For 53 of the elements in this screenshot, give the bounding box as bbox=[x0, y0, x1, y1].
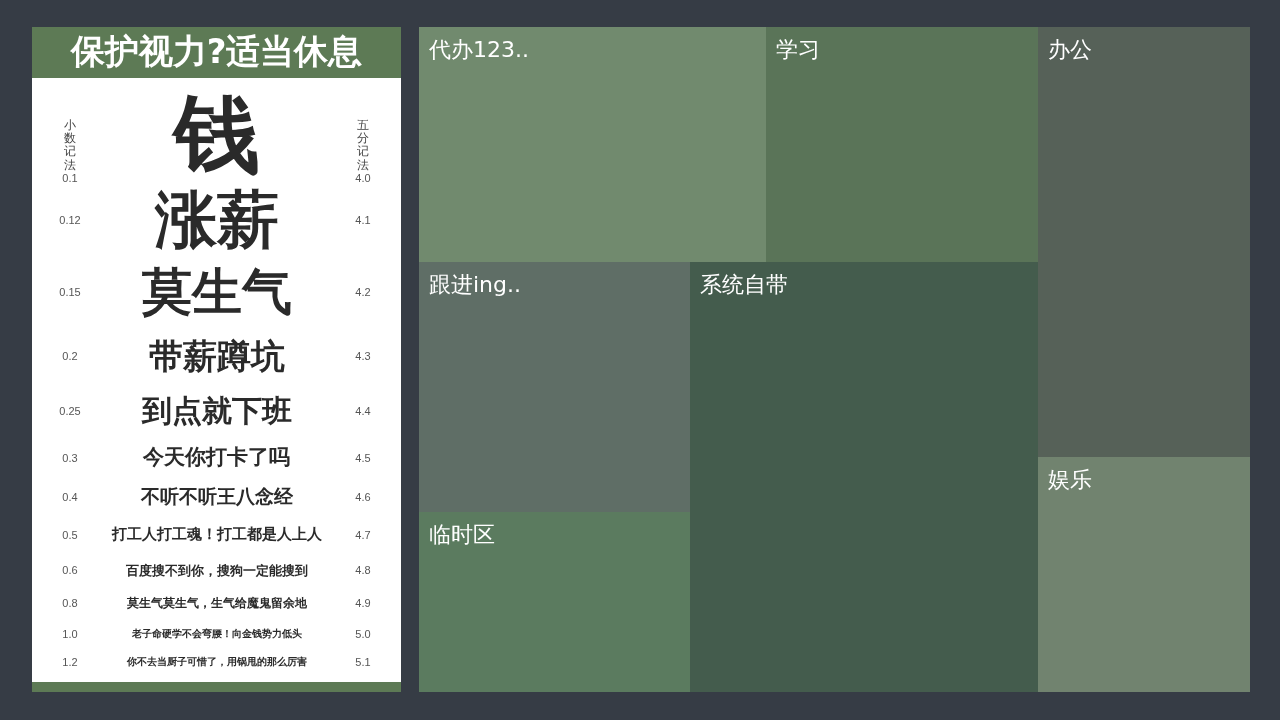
desktop-zone[interactable]: 临时区 bbox=[419, 512, 690, 692]
chart-line-text: 涨薪 bbox=[154, 188, 279, 251]
zone-label: 办公 bbox=[1048, 37, 1092, 62]
column-header: 小数记法 bbox=[64, 119, 76, 172]
chart-line-text: 今天你打卡了吗 bbox=[143, 447, 290, 469]
desktop-zone[interactable]: 办公 bbox=[1038, 27, 1250, 457]
chart-line-text: 不听不听王八念经 bbox=[140, 487, 293, 507]
decimal-value: 0.2 bbox=[62, 349, 78, 362]
five-point-value: 4.2 bbox=[355, 285, 371, 298]
five-point-value: 4.8 bbox=[355, 564, 371, 577]
five-point-value: 4.3 bbox=[355, 349, 371, 362]
zone-label: 系统自带 bbox=[700, 272, 788, 297]
chart-line-text: 钱 bbox=[173, 90, 260, 177]
chart-line-text: 莫生气 bbox=[141, 266, 292, 317]
desktop-zone[interactable]: 跟进ing.. bbox=[419, 262, 690, 512]
decimal-value: 1.2 bbox=[62, 655, 78, 668]
decimal-value: 0.6 bbox=[62, 564, 78, 577]
five-point-value: 5.0 bbox=[355, 627, 371, 640]
chart-line-text: 打工人打工魂！打工都是人上人 bbox=[111, 527, 322, 543]
decimal-value: 0.8 bbox=[62, 597, 78, 610]
five-point-value: 4.9 bbox=[355, 597, 371, 610]
five-point-value: 4.5 bbox=[355, 451, 371, 464]
decimal-value: 0.15 bbox=[59, 285, 81, 298]
chart-line-text: 莫生气莫生气，生气给魔鬼留余地 bbox=[126, 597, 307, 610]
chart-line-text: 百度搜不到你，搜狗一定能搜到 bbox=[125, 563, 308, 577]
decimal-value: 0.3 bbox=[62, 451, 78, 464]
desktop-zone[interactable]: 学习 bbox=[766, 27, 1038, 262]
chart-line-text: 你不去当厨子可惜了，用锅甩的那么厉害 bbox=[126, 656, 307, 667]
five-point-value: 4.0 bbox=[355, 171, 371, 184]
five-point-value: 4.6 bbox=[355, 490, 371, 503]
column-header: 五分记法 bbox=[357, 119, 369, 172]
chart-line-text: 老子命硬学不会弯腰！向金钱势力低头 bbox=[131, 628, 302, 639]
chart-line-text: 带薪蹲坑 bbox=[148, 338, 285, 373]
five-point-value: 4.4 bbox=[355, 404, 371, 417]
decimal-value: 0.5 bbox=[62, 528, 78, 541]
zone-label: 学习 bbox=[776, 37, 820, 62]
chart-line-text: 到点就下班 bbox=[141, 395, 292, 426]
five-point-value: 4.7 bbox=[355, 528, 371, 541]
desktop-zone[interactable]: 娱乐 bbox=[1038, 457, 1250, 692]
chart-title: 保护视力?适当休息 bbox=[32, 27, 401, 78]
zone-label: 娱乐 bbox=[1048, 467, 1092, 492]
desktop-zone[interactable]: 代办123.. bbox=[419, 27, 766, 262]
decimal-value: 0.25 bbox=[59, 404, 81, 417]
decimal-value: 1.0 bbox=[62, 627, 78, 640]
zone-label: 临时区 bbox=[429, 522, 495, 547]
decimal-value: 0.1 bbox=[62, 171, 78, 184]
zone-label: 跟进ing.. bbox=[429, 272, 521, 297]
five-point-value: 5.1 bbox=[355, 655, 371, 668]
zone-label: 代办123.. bbox=[429, 37, 529, 62]
desktop-zone[interactable]: 系统自带 bbox=[690, 262, 1038, 692]
decimal-value: 0.4 bbox=[62, 490, 78, 503]
decimal-value: 0.12 bbox=[59, 213, 81, 226]
five-point-value: 4.1 bbox=[355, 213, 371, 226]
